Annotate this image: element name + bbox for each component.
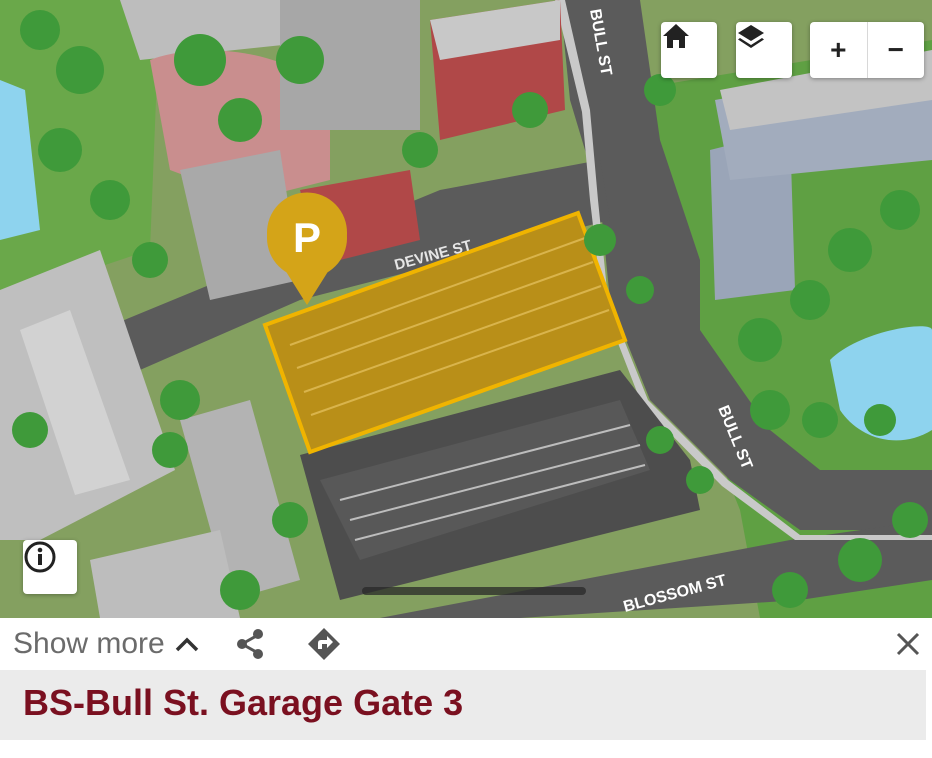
zoom-in-button[interactable]: + [810,22,867,78]
home-button[interactable] [661,22,717,78]
location-panel: Show more BS-Bull St. Garage Gate 3 [0,618,932,758]
zoom-control: + − [810,22,924,78]
share-button[interactable] [232,626,268,662]
panel-action-bar: Show more [0,618,932,670]
close-button[interactable] [890,626,926,662]
directions-icon [308,628,340,660]
layers-icon [738,25,764,48]
info-icon [24,541,56,573]
map-canvas[interactable]: BULL ST DEVINE ST BULL ST BLOSSOM ST P [0,0,932,618]
location-title: BS-Bull St. Garage Gate 3 [23,682,464,723]
layers-button[interactable] [736,22,792,78]
share-icon [237,629,263,659]
close-icon [896,632,920,656]
zoom-out-button[interactable]: − [866,22,925,78]
directions-button[interactable] [306,626,342,662]
home-icon [663,24,689,48]
campus-map[interactable]: BULL ST DEVINE ST BULL ST BLOSSOM ST P +… [0,0,932,618]
info-button[interactable] [23,540,77,594]
map-scrollbar[interactable] [362,587,586,595]
show-more-button[interactable]: Show more [13,624,199,664]
chevron-up-icon [175,637,198,652]
parking-marker-letter: P [293,214,321,261]
show-more-label: Show more [13,627,165,660]
title-bar: BS-Bull St. Garage Gate 3 [0,670,926,740]
